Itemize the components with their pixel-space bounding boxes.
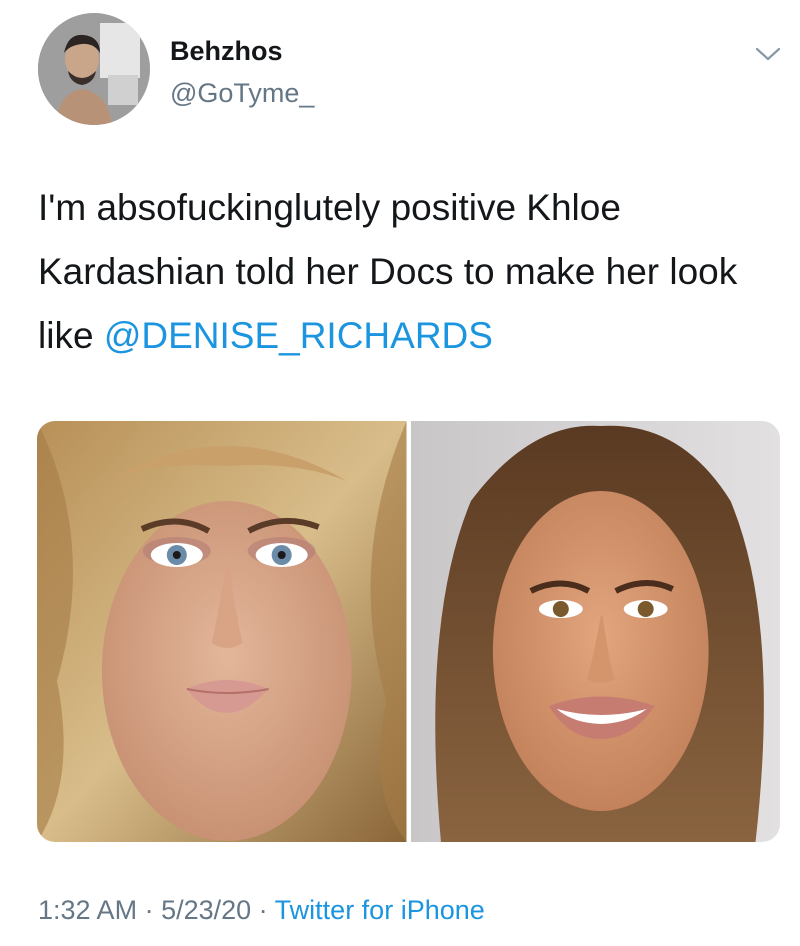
chevron-down-icon — [755, 47, 781, 61]
photo-right[interactable] — [410, 421, 780, 842]
tweet-meta: 1:32 AM · 5/23/20 · Twitter for iPhone — [38, 895, 485, 926]
mention-link[interactable]: @DENISE_RICHARDS — [104, 315, 493, 356]
meta-separator: · — [137, 895, 162, 925]
tweet-time[interactable]: 1:32 AM — [38, 895, 137, 925]
meta-separator: · — [251, 895, 275, 925]
avatar-photo — [38, 13, 150, 125]
tweet-source-link[interactable]: Twitter for iPhone — [275, 895, 485, 925]
avatar[interactable] — [38, 13, 150, 125]
face-photo-left — [37, 421, 407, 842]
photo-left[interactable] — [37, 421, 407, 842]
display-name[interactable]: Behzhos — [170, 36, 283, 67]
tweet-text: I'm absofuckinglutely positive Khloe Kar… — [38, 176, 778, 368]
username-handle[interactable]: @GoTyme_ — [170, 78, 314, 109]
face-photo-right — [410, 421, 780, 842]
tweet-date[interactable]: 5/23/20 — [161, 895, 251, 925]
media-grid — [37, 421, 780, 842]
more-options-button[interactable] — [752, 40, 784, 68]
